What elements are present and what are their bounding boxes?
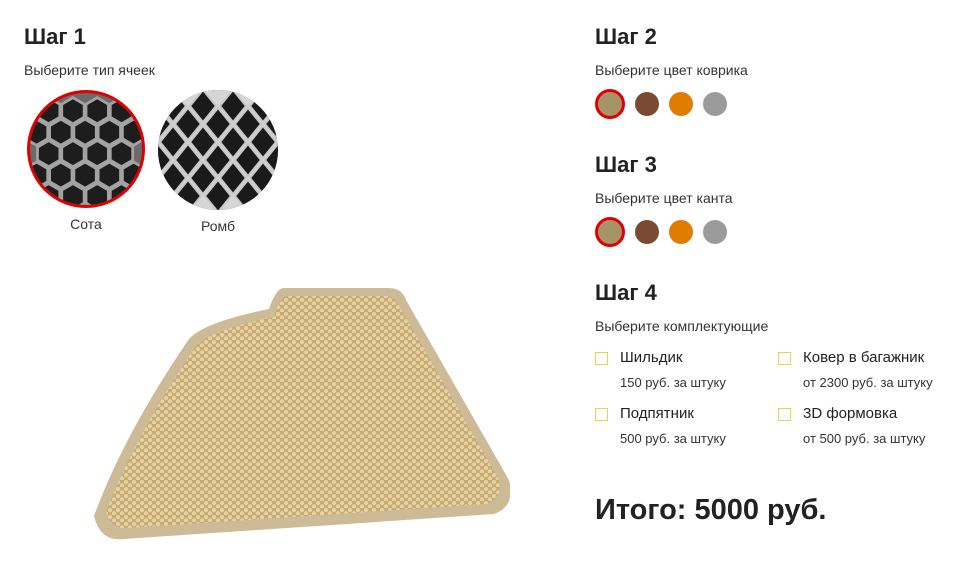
honeycomb-pattern-image (27, 90, 145, 208)
accessory-price: от 2300 руб. за штуку (803, 375, 933, 390)
cell-type-label: Сота (70, 216, 102, 232)
step4-title: Шаг 4 (595, 280, 657, 305)
step3-title: Шаг 3 (595, 152, 657, 177)
cell-type-rhombus[interactable]: Ромб (156, 90, 280, 234)
edge-color-swatch-gray[interactable] (703, 220, 727, 244)
order-total: Итого: 5000 руб. (595, 494, 826, 527)
car-mat-preview-image (94, 288, 510, 540)
step1-title: Шаг 1 (24, 24, 86, 49)
accessory-name: Ковер в багажник (803, 349, 925, 366)
accessory-checkbox[interactable] (778, 408, 791, 421)
mat-color-swatch-orange[interactable] (669, 92, 693, 116)
accessory-checkbox[interactable] (595, 408, 608, 421)
mat-color-swatches (595, 89, 727, 119)
total-value: 5000 руб. (694, 494, 827, 526)
rhombus-pattern-icon (158, 90, 278, 210)
accessory-name: Шильдик (620, 349, 683, 366)
mat-color-swatch-beige[interactable] (595, 89, 625, 119)
step2-subtitle: Выберите цвет коврика (595, 62, 748, 78)
step1-subtitle: Выберите тип ячеек (24, 62, 155, 78)
cell-type-honeycomb[interactable]: Сота (24, 90, 148, 232)
edge-color-swatches (595, 217, 727, 247)
step3-subtitle: Выберите цвет канта (595, 190, 733, 206)
step2-title: Шаг 2 (595, 24, 657, 49)
mat-color-swatch-brown[interactable] (635, 92, 659, 116)
accessory-name: Подпятник (620, 405, 694, 422)
accessory-price: 500 руб. за штуку (620, 431, 726, 446)
cell-type-label: Ромб (201, 218, 235, 234)
edge-color-swatch-beige[interactable] (595, 217, 625, 247)
total-label: Итого: (595, 494, 687, 526)
right-column: Шаг 2 Выберите цвет коврика Шаг 3 Выбери… (595, 0, 965, 576)
mat-color-swatch-gray[interactable] (703, 92, 727, 116)
accessory-price: от 500 руб. за штуку (803, 431, 926, 446)
accessory-name: 3D формовка (803, 405, 898, 422)
honeycomb-pattern-icon (30, 93, 142, 205)
rhombus-pattern-image (158, 90, 278, 210)
edge-color-swatch-orange[interactable] (669, 220, 693, 244)
step4-subtitle: Выберите комплектующие (595, 318, 769, 334)
edge-color-swatch-brown[interactable] (635, 220, 659, 244)
accessory-checkbox[interactable] (595, 352, 608, 365)
accessory-checkbox[interactable] (778, 352, 791, 365)
accessory-price: 150 руб. за штуку (620, 375, 726, 390)
left-column: Шаг 1 Выберите тип ячеек Сота Ромб (24, 0, 564, 576)
